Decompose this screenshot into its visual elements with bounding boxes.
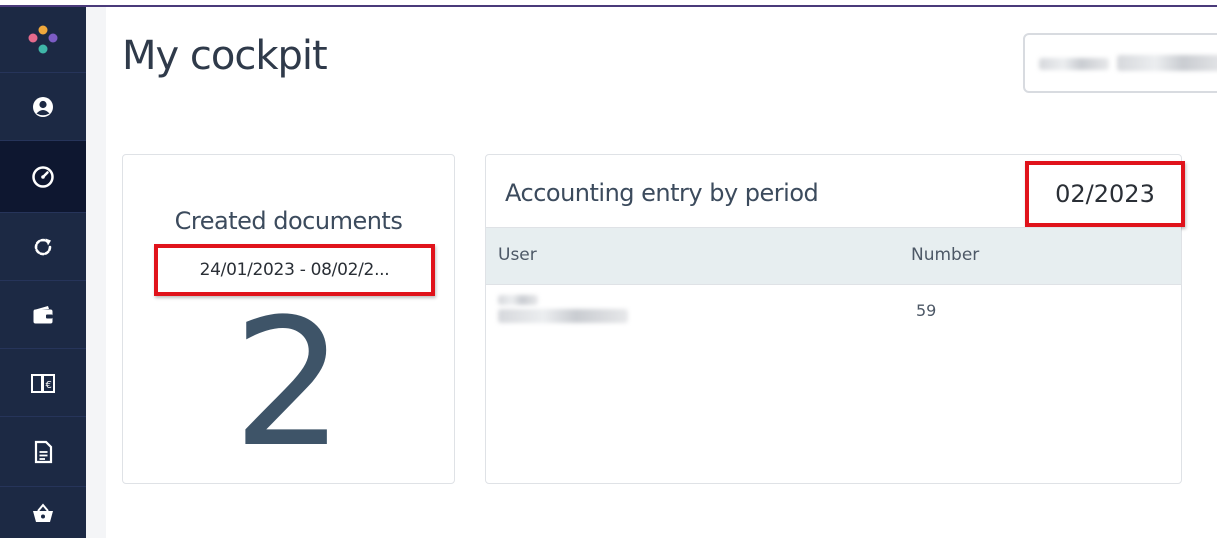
redacted-text: [498, 295, 538, 305]
created-documents-title: Created documents: [174, 207, 403, 235]
redacted-text: [498, 309, 628, 323]
wallet-icon: [31, 303, 55, 327]
app-window: € My cockpit Created documents 24/01/202…: [0, 0, 1217, 538]
table-cell-number: 59: [916, 301, 937, 320]
sidebar-item-basket[interactable]: [0, 487, 86, 538]
ledger-book-euro-icon: €: [30, 371, 56, 395]
column-header-number[interactable]: Number: [911, 245, 979, 265]
sidebar-item-profile[interactable]: [0, 73, 86, 141]
sidebar-gutter: [86, 7, 106, 538]
column-header-user[interactable]: User: [498, 245, 537, 265]
refresh-icon: [31, 235, 55, 259]
user-circle-icon: [31, 95, 55, 119]
page-title: My cockpit: [122, 33, 328, 79]
accounting-entry-card: Accounting entry by period 02/2023 User …: [485, 154, 1185, 484]
accounting-entry-title: Accounting entry by period: [505, 179, 819, 207]
created-documents-card[interactable]: Created documents 24/01/2023 - 08/02/2..…: [122, 154, 455, 484]
table-header: User Number: [486, 227, 1181, 285]
shopping-basket-icon: [31, 502, 55, 524]
accounting-entry-header: Accounting entry by period 02/2023: [486, 155, 1185, 227]
sidebar-item-ledger[interactable]: €: [0, 349, 86, 417]
table-row[interactable]: 59: [486, 285, 1181, 345]
main-content: My cockpit Created documents 24/01/2023 …: [106, 7, 1217, 538]
sidebar-logo[interactable]: [0, 7, 86, 73]
search-input[interactable]: [1023, 33, 1217, 93]
svg-text:€: €: [46, 380, 52, 391]
dashboard-gauge-icon: [31, 165, 55, 189]
sidebar-item-refresh[interactable]: [0, 213, 86, 281]
created-documents-count: 2: [232, 281, 345, 486]
window-top-frame: [0, 0, 1217, 7]
sidebar-item-dashboard[interactable]: [0, 141, 86, 213]
redacted-text: [1039, 58, 1109, 70]
sidebar-item-documents[interactable]: [0, 417, 86, 487]
logo-icon: [26, 23, 60, 57]
redacted-text: [1117, 55, 1217, 71]
accounting-entry-period[interactable]: 02/2023: [1025, 161, 1185, 227]
document-icon: [32, 440, 54, 464]
sidebar-item-wallet[interactable]: [0, 281, 86, 349]
accounting-entry-table: User Number 59: [486, 227, 1181, 345]
sidebar: €: [0, 7, 86, 538]
